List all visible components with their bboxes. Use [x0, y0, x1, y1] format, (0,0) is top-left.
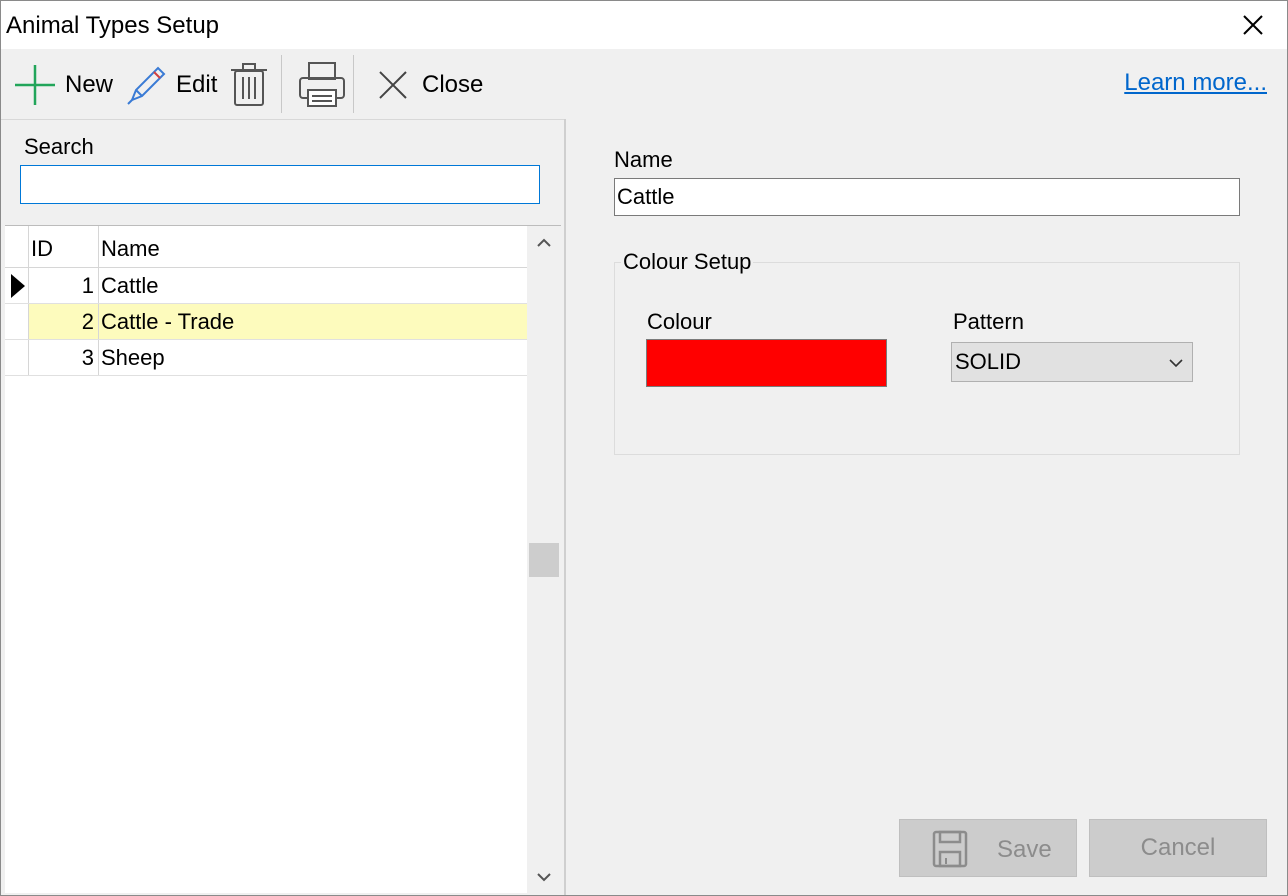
window-close-icon[interactable] [1239, 11, 1267, 39]
chevron-down-icon [1169, 359, 1183, 368]
close-button[interactable]: Close [376, 59, 483, 111]
name-input[interactable] [614, 178, 1240, 216]
print-button[interactable] [297, 59, 347, 111]
trash-icon [231, 63, 267, 106]
grid-header: ID Name [5, 226, 527, 268]
cancel-button[interactable]: Cancel [1089, 819, 1267, 877]
row-selector[interactable] [5, 304, 29, 339]
pattern-selected-value: SOLID [955, 349, 1022, 374]
pencil-icon [127, 66, 166, 105]
close-button-label: Close [422, 71, 484, 98]
window-title: Animal Types Setup [6, 12, 220, 39]
animal-types-grid: ID Name 1 Cattle 2 Cattle - Trade 3 Shee… [5, 225, 561, 894]
table-row[interactable]: 3 Sheep [5, 340, 527, 376]
scroll-down-icon[interactable] [535, 868, 553, 886]
toolbar: New Edit Close Learn more... [1, 49, 1287, 119]
floppy-disk-icon [932, 830, 968, 868]
colour-label: Colour [647, 309, 712, 334]
table-row[interactable]: 1 Cattle [5, 268, 527, 304]
delete-button[interactable] [229, 59, 269, 111]
row-id: 1 [29, 268, 99, 303]
row-id: 2 [29, 304, 99, 339]
cancel-button-label: Cancel [1140, 834, 1216, 861]
pattern-label: Pattern [953, 309, 1024, 334]
close-icon [379, 71, 407, 99]
new-button-label: New [65, 71, 114, 98]
name-label: Name [614, 147, 673, 172]
plus-icon [15, 65, 55, 105]
search-label: Search [24, 134, 94, 159]
row-selector-header [5, 226, 29, 267]
grid-vertical-scrollbar[interactable] [527, 226, 561, 894]
name-column-header-cell[interactable] [99, 226, 527, 267]
id-column-header: ID [31, 236, 53, 261]
row-name: Sheep [101, 345, 165, 370]
toolbar-separator [281, 55, 282, 113]
new-button[interactable]: New [13, 59, 113, 111]
pattern-dropdown[interactable]: SOLID [951, 342, 1193, 382]
row-id: 3 [29, 340, 99, 375]
save-button-label: Save [997, 836, 1052, 863]
row-selector[interactable] [5, 340, 29, 375]
list-pane: Search ID Name 1 Cattle 2 Cattle - Trade… [1, 119, 564, 895]
printer-icon [299, 62, 345, 107]
learn-more-link[interactable]: Learn more... [1124, 69, 1267, 97]
animal-types-window: Animal Types Setup New Edit Close Learn … [0, 0, 1288, 896]
title-bar: Animal Types Setup [1, 1, 1287, 49]
colour-picker-swatch[interactable] [646, 339, 887, 387]
name-column-header: Name [101, 236, 160, 261]
colour-setup-group: Colour Setup Colour Pattern SOLID [614, 249, 1240, 455]
detail-pane: Name Colour Setup Colour Pattern SOLID S… [566, 119, 1287, 895]
colour-setup-title: Colour Setup [621, 249, 754, 275]
scroll-up-icon[interactable] [535, 234, 553, 252]
row-name: Cattle [101, 273, 159, 298]
toolbar-separator [353, 55, 354, 113]
edit-button-label: Edit [176, 71, 218, 98]
row-selector[interactable] [5, 268, 29, 303]
table-row[interactable]: 2 Cattle - Trade [5, 304, 527, 340]
row-name: Cattle - Trade [99, 304, 527, 339]
edit-button[interactable]: Edit [124, 59, 217, 111]
current-row-arrow-icon [11, 274, 25, 298]
search-input[interactable] [20, 165, 540, 204]
scrollbar-thumb[interactable] [529, 543, 559, 577]
save-button[interactable]: Save [899, 819, 1077, 877]
